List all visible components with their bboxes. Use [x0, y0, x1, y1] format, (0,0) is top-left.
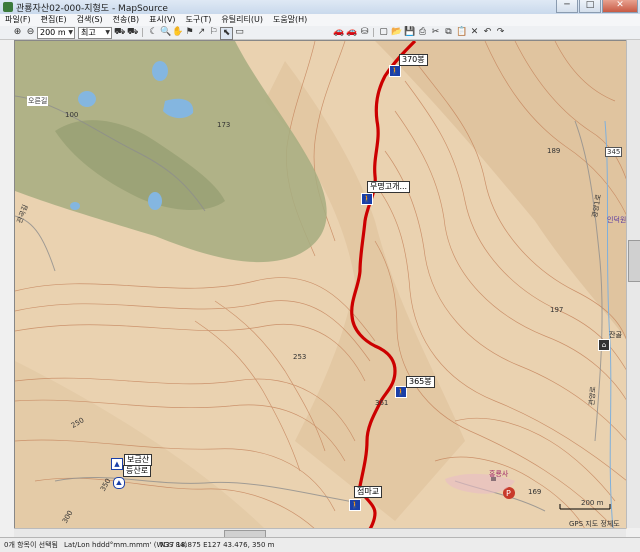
contour-label: 100: [65, 111, 79, 119]
map-tool-icon[interactable]: ☾: [148, 27, 159, 38]
toolbar: ⊕ ⊖ 200 m ▼ 최고 ▼ ⛟ ⛟ ☾ 🔍 ✋ ⚑ ↗ ⚐ ⬉ ▭ 🚗 🚗 ⛁…: [0, 26, 640, 40]
distance-tool-icon[interactable]: ▭: [234, 27, 245, 38]
delete-icon[interactable]: ✕: [469, 27, 480, 38]
chevron-down-icon: ▼: [68, 29, 73, 36]
detail-level-select[interactable]: 최고 ▼: [78, 27, 112, 39]
print-icon[interactable]: ⎙: [417, 27, 428, 38]
menu-transfer[interactable]: 전송(B): [108, 14, 144, 26]
building-icon: ⌂: [598, 339, 610, 351]
trail-icon[interactable]: ⛰: [113, 477, 125, 489]
zoom-in-icon[interactable]: ⊕: [12, 27, 23, 38]
svg-text:P: P: [506, 489, 511, 498]
road-label: 관양로: [587, 386, 598, 406]
left-panel-edge: [0, 40, 14, 528]
status-bar: 0개 항목이 선택됨 Lat/Lon hddd°mm.mmm' (WGS 84)…: [0, 537, 640, 552]
map-view[interactable]: P 100 173 189 345 197 253 361 250 350 30…: [14, 40, 627, 529]
cut-icon[interactable]: ✂: [430, 27, 441, 38]
minimize-button[interactable]: ─: [556, 0, 578, 13]
zoom-level-value: 200 m: [40, 28, 66, 37]
road-label: 오른길: [27, 96, 49, 106]
menu-file[interactable]: 파일(F): [0, 14, 36, 26]
waypoint-label[interactable]: 등산로: [123, 465, 152, 477]
undo-icon[interactable]: ↶: [482, 27, 493, 38]
redo-icon[interactable]: ↷: [495, 27, 506, 38]
map-sets-icon[interactable]: ⛟: [127, 27, 138, 38]
place-label: 홍룡사: [489, 470, 509, 478]
elevation-label: 169: [528, 488, 542, 496]
open-file-icon[interactable]: 📂: [391, 27, 402, 38]
place-label: 인덕원: [607, 216, 627, 224]
close-button[interactable]: ✕: [602, 0, 638, 13]
window-controls: ─ □ ✕: [556, 0, 638, 13]
maximize-button[interactable]: □: [579, 0, 601, 13]
waypoint-tool-icon[interactable]: ⚐: [208, 27, 219, 38]
menu-help[interactable]: 도움말(H): [268, 14, 312, 26]
menu-utilities[interactable]: 유틸리티(U): [216, 14, 268, 26]
hiker-icon[interactable]: 🚶: [389, 65, 401, 77]
title-bar: 관룡자산02-000-지형도 - MapSource ─ □ ✕: [0, 0, 640, 15]
selection-tool-icon[interactable]: ⬉: [220, 27, 233, 40]
save-file-icon[interactable]: 💾: [404, 27, 415, 38]
route-number-label: 345: [605, 147, 623, 157]
track-tool-icon[interactable]: ↗: [196, 27, 207, 38]
menu-find[interactable]: 검색(S): [72, 14, 108, 26]
vertical-scrollbar[interactable]: [626, 40, 640, 528]
waypoint-label[interactable]: 370봉: [399, 54, 428, 66]
window-title: 관룡자산02-000-지형도 - MapSource: [16, 4, 168, 14]
new-file-icon[interactable]: ▢: [378, 27, 389, 38]
hiker-icon[interactable]: 🚶: [361, 193, 373, 205]
paste-icon[interactable]: 📋: [456, 27, 467, 38]
waypoint-label[interactable]: 무명고개...: [367, 181, 411, 193]
zoom-tool-icon[interactable]: 🔍: [160, 27, 171, 38]
scale-label: 200 m: [581, 499, 604, 507]
cursor-coordinates: N37 18.875 E127 43.476, 350 m: [160, 541, 275, 549]
menu-edit[interactable]: 편집(E): [36, 14, 72, 26]
copy-icon[interactable]: ⧉: [443, 27, 454, 38]
send-to-device-icon[interactable]: 🚗: [346, 27, 357, 38]
toolbar-separator: [142, 28, 143, 37]
zoom-level-select[interactable]: 200 m ▼: [37, 27, 75, 39]
device-icon[interactable]: ⛁: [359, 27, 370, 38]
waypoint-label[interactable]: 365봉: [406, 376, 435, 388]
hiker-icon[interactable]: 🚶: [349, 499, 361, 511]
map-product-icon[interactable]: ⛟: [114, 27, 125, 38]
app-icon: [3, 2, 13, 12]
elevation-label: 253: [293, 353, 307, 361]
waypoint-label[interactable]: 점마교: [354, 486, 383, 498]
selection-status: 0개 항목이 선택됨: [4, 541, 58, 549]
toolbar-separator: [373, 28, 374, 37]
topographic-map: P: [15, 41, 627, 529]
hand-tool-icon[interactable]: ✋: [172, 27, 183, 38]
menu-tools[interactable]: 도구(T): [181, 14, 217, 26]
chevron-down-icon: ▼: [105, 29, 110, 36]
menu-view[interactable]: 표시(V): [144, 14, 180, 26]
elevation-label: 173: [217, 121, 231, 129]
zoom-out-icon[interactable]: ⊖: [25, 27, 36, 38]
route-tool-icon[interactable]: ⚑: [184, 27, 195, 38]
scroll-thumb[interactable]: [628, 240, 640, 282]
elevation-label: 361: [375, 399, 389, 407]
summit-icon[interactable]: ▲: [111, 458, 123, 470]
detail-level-value: 최고: [81, 28, 96, 37]
menu-bar: 파일(F) 편집(E) 검색(S) 전송(B) 표시(V) 도구(T) 유틸리티…: [0, 14, 640, 26]
receive-from-device-icon[interactable]: 🚗: [333, 27, 344, 38]
elevation-label: 189: [547, 147, 561, 155]
place-label: 잔골: [609, 331, 622, 339]
elevation-label: 197: [550, 306, 564, 314]
